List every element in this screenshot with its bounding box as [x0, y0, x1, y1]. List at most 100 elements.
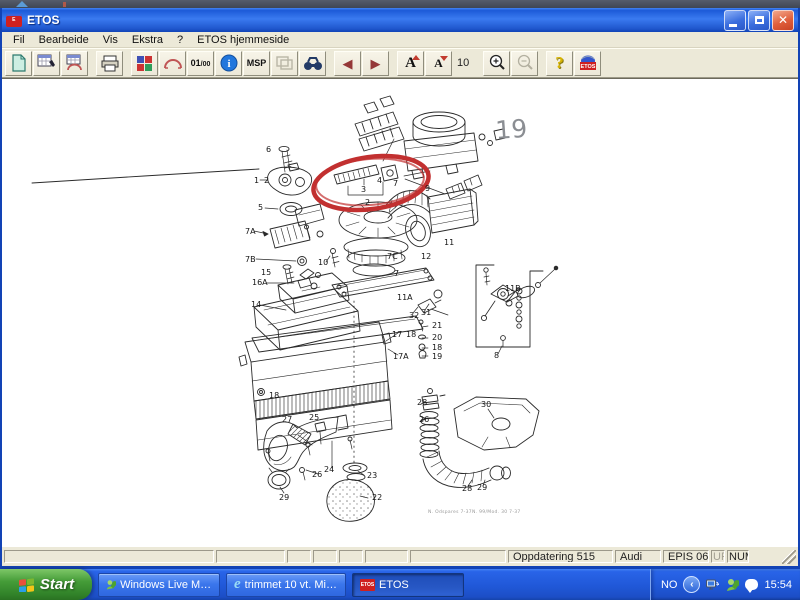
part-label: 6	[266, 145, 271, 154]
part-label: 7	[393, 179, 398, 188]
close-button[interactable]: ✕	[772, 10, 794, 31]
minimize-button[interactable]	[724, 10, 746, 31]
info-button[interactable]: i	[215, 51, 242, 76]
help-button[interactable]: ?	[546, 51, 573, 76]
etos-logo-icon: ETOS	[578, 55, 598, 72]
start-button[interactable]: Start	[0, 569, 92, 600]
menu-ekstra[interactable]: Ekstra	[125, 34, 170, 46]
etos-task-icon: ETOS	[360, 579, 375, 591]
color-groups-button[interactable]	[131, 51, 158, 76]
status-catalog: EPIS 061	[663, 550, 709, 563]
menu-vis[interactable]: Vis	[96, 34, 125, 46]
part-label: 18	[406, 330, 416, 339]
messenger-icon	[106, 578, 116, 591]
frames-icon	[275, 55, 295, 72]
status-brand: Audi	[615, 550, 661, 563]
part-label: 16A	[252, 278, 268, 287]
network-monitor-icon[interactable]	[706, 579, 720, 591]
counter-button[interactable]: 01/00	[187, 51, 214, 76]
menu-fil[interactable]: Fil	[6, 34, 32, 46]
binoculars-icon	[303, 56, 323, 71]
arrow-right-icon: ▶	[371, 57, 381, 70]
menu-etos-hjemmeside[interactable]: ETOS hjemmeside	[190, 34, 296, 46]
part-label: 31	[421, 308, 431, 317]
parts-list-button[interactable]	[33, 51, 60, 76]
messenger-tray-icon[interactable]	[726, 578, 739, 591]
arc-view-button[interactable]	[159, 51, 186, 76]
task-label: ETOS	[379, 579, 409, 591]
font-decrease-button[interactable]: A	[425, 51, 452, 76]
part-label: 22	[372, 493, 382, 502]
etos-home-button[interactable]: ETOS	[574, 51, 601, 76]
part-label: 24	[324, 465, 334, 474]
part-label: 18	[432, 343, 442, 352]
msp-button[interactable]: MSP	[243, 51, 270, 76]
toolbar: 01/00 i MSP ◀ ▶ A A 10	[2, 48, 798, 78]
background-window-edge	[0, 0, 800, 8]
drawing-linework	[32, 96, 558, 521]
previous-button[interactable]: ◀	[334, 51, 361, 76]
part-label: 11A	[397, 293, 413, 302]
part-label: 2	[365, 198, 370, 207]
resize-grip[interactable]	[782, 550, 796, 564]
zoom-out-icon	[516, 54, 534, 72]
status-panel-empty-3	[287, 550, 311, 563]
task-label: Windows Live Messen...	[120, 579, 212, 591]
task-windows-live-messenger[interactable]: Windows Live Messen...	[98, 573, 220, 597]
drawing-canvas[interactable]: 19 N. Odspares 7-37 N. 99/Mod. 30 7-37 6…	[2, 78, 798, 547]
windows-flag-icon	[18, 577, 35, 592]
title-bar[interactable]: E ETOS ✕	[2, 8, 798, 32]
notification-balloon-icon[interactable]	[745, 579, 758, 590]
task-trimmet[interactable]: e trimmet 10 vt. Misten...	[226, 573, 346, 597]
part-label: 9	[425, 184, 430, 193]
parts-arc-button[interactable]	[61, 51, 88, 76]
drawing-footnote-right: N. 99/Mod. 30 7-37	[472, 509, 521, 515]
red-annotation-ellipse	[310, 149, 432, 217]
menu-bearbeide[interactable]: Bearbeide	[32, 34, 96, 46]
status-update: Oppdatering 515	[508, 550, 613, 563]
clock[interactable]: 15:54	[764, 579, 792, 591]
part-label: 25	[309, 413, 319, 422]
hide-icons-chevron[interactable]: ‹	[683, 576, 700, 593]
status-panel-empty-6	[365, 550, 408, 563]
part-label: 7A	[245, 227, 256, 236]
task-etos-active[interactable]: ETOS ETOS	[352, 573, 464, 597]
part-label: 23	[367, 471, 377, 480]
increase-triangle-icon	[412, 55, 420, 60]
etos-application-window: E ETOS ✕ Fil Bearbeide Vis Ekstra ? ETOS…	[0, 8, 800, 569]
parts-arc-icon	[65, 54, 85, 72]
frames-button-disabled	[271, 51, 298, 76]
part-label: 17	[392, 330, 402, 339]
window-title: ETOS	[27, 13, 59, 27]
taskbar: Start Windows Live Messen... e trimmet 1…	[0, 569, 800, 600]
part-label: 26	[312, 470, 322, 479]
background-red-mark	[63, 2, 66, 7]
part-label: 7C	[387, 252, 398, 261]
search-button[interactable]	[299, 51, 326, 76]
language-indicator[interactable]: NO	[661, 579, 678, 591]
part-label: 2	[264, 176, 269, 185]
counter-label: 01/00	[191, 59, 211, 68]
menu-help[interactable]: ?	[170, 34, 190, 46]
desktop: E ETOS ✕ Fil Bearbeide Vis Ekstra ? ETOS…	[0, 0, 800, 600]
zoom-out-button-disabled	[511, 51, 538, 76]
status-uf: UF	[711, 550, 725, 563]
status-num: NUM	[727, 550, 749, 563]
next-button[interactable]: ▶	[362, 51, 389, 76]
maximize-button[interactable]	[748, 10, 770, 31]
zoom-in-button[interactable]	[483, 51, 510, 76]
exploded-parts-drawing: 19 N. Odspares 7-37 N. 99/Mod. 30 7-37 6…	[2, 79, 796, 547]
part-label: 27	[282, 415, 292, 424]
menu-bar: Fil Bearbeide Vis Ekstra ? ETOS hjemmesi…	[2, 32, 798, 48]
part-label: 11B	[505, 284, 521, 293]
arrow-left-icon: ◀	[343, 57, 353, 70]
part-label: 12	[421, 252, 431, 261]
part-label: 7	[394, 269, 399, 278]
part-label: 32	[409, 311, 419, 320]
new-document-button[interactable]	[5, 51, 32, 76]
status-panel-empty-7	[410, 550, 506, 563]
font-increase-button[interactable]: A	[397, 51, 424, 76]
print-button[interactable]	[96, 51, 123, 76]
part-label: 11	[444, 238, 454, 247]
parts-list-icon	[37, 54, 57, 72]
